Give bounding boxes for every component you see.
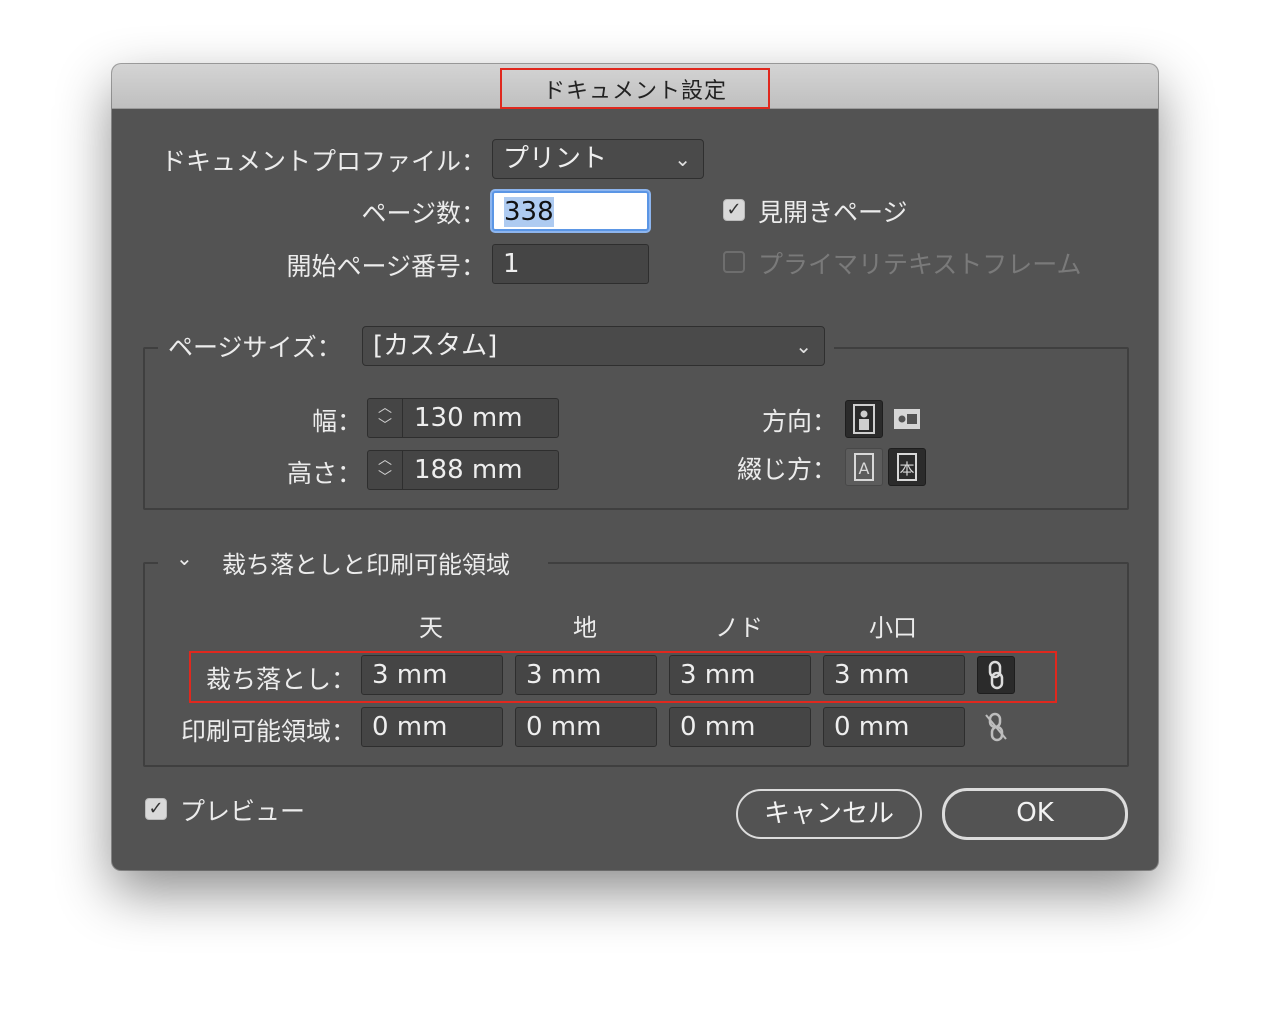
bleed-label: 裁ち落とし： — [205, 665, 356, 694]
ok-button[interactable]: OK — [942, 788, 1128, 840]
facing-pages-label: 見開きページ — [758, 198, 908, 227]
pages-label: ページ数： — [361, 199, 486, 228]
bleed-link-chain-icon[interactable] — [977, 656, 1015, 694]
svg-text:A: A — [859, 459, 870, 478]
height-stepper-arrows[interactable]: ︿ ﹀ — [368, 451, 403, 489]
start-page-value: 1 — [503, 249, 520, 279]
profile-label: ドキュメントプロファイル： — [160, 147, 486, 176]
slug-label: 印刷可能領域： — [180, 717, 356, 746]
binding-label: 綴じ方： — [736, 455, 837, 484]
column-header-outside: 小口 — [869, 614, 917, 642]
chevron-down-icon: ⌄ — [795, 334, 812, 358]
facing-pages-checkbox[interactable]: ✓ — [723, 199, 745, 221]
dialog-title: ドキュメント設定 — [542, 79, 727, 104]
chevron-down-icon[interactable]: ﹀ — [368, 417, 402, 435]
orientation-label: 方向： — [761, 407, 837, 436]
column-header-inside: ノド — [715, 614, 763, 642]
bleed-outside-input[interactable]: 3 mm — [823, 655, 965, 695]
svg-text:本: 本 — [899, 460, 914, 478]
chevron-down-icon[interactable]: ﹀ — [368, 469, 402, 487]
slug-inside-value: 0 mm — [680, 712, 756, 742]
start-page-label: 開始ページ番号： — [286, 252, 486, 281]
slug-bottom-input[interactable]: 0 mm — [515, 707, 657, 747]
column-header-top: 天 — [419, 614, 443, 642]
left-to-right-binding-icon[interactable]: A — [845, 448, 883, 486]
slug-top-input[interactable]: 0 mm — [361, 707, 503, 747]
page-size-value: [カスタム] — [373, 331, 498, 361]
column-header-bottom: 地 — [573, 614, 597, 642]
page-size-dropdown[interactable]: [カスタム] ⌄ — [362, 326, 825, 366]
bleed-top-input[interactable]: 3 mm — [361, 655, 503, 695]
height-value: 188 mm — [414, 455, 523, 485]
width-label: 幅： — [311, 407, 362, 436]
chevron-up-icon[interactable]: ︿ — [368, 399, 402, 417]
bleed-inside-input[interactable]: 3 mm — [669, 655, 811, 695]
slug-unlink-chain-icon[interactable] — [977, 708, 1015, 746]
right-to-left-binding-icon[interactable]: 本 — [888, 448, 926, 486]
pages-value: 338 — [504, 197, 554, 227]
chevron-up-icon[interactable]: ︿ — [368, 451, 402, 469]
bleed-outside-value: 3 mm — [834, 660, 910, 690]
slug-inside-input[interactable]: 0 mm — [669, 707, 811, 747]
start-page-input[interactable]: 1 — [492, 244, 649, 284]
slug-outside-input[interactable]: 0 mm — [823, 707, 965, 747]
primary-text-frame-checkbox[interactable] — [723, 251, 745, 273]
bleed-slug-section-title: 裁ち落としと印刷可能領域 — [222, 551, 510, 579]
preview-label: プレビュー — [180, 797, 306, 826]
primary-text-frame-label: プライマリテキストフレーム — [758, 250, 1082, 279]
bleed-inside-value: 3 mm — [680, 660, 756, 690]
slug-top-value: 0 mm — [372, 712, 448, 742]
page-size-label: ページサイズ： — [168, 333, 342, 362]
bleed-bottom-value: 3 mm — [526, 660, 602, 690]
collapse-chevron-icon[interactable]: ⌄ — [176, 546, 193, 570]
preview-checkbox[interactable]: ✓ — [145, 798, 167, 820]
width-stepper[interactable]: ︿ ﹀ 130 mm — [367, 398, 559, 438]
landscape-orientation-icon[interactable] — [888, 400, 926, 438]
profile-dropdown[interactable]: プリント ⌄ — [492, 139, 704, 179]
portrait-orientation-icon[interactable] — [845, 400, 883, 438]
width-stepper-arrows[interactable]: ︿ ﹀ — [368, 399, 403, 437]
cancel-button[interactable]: キャンセル — [736, 789, 922, 839]
chevron-down-icon: ⌄ — [674, 147, 691, 171]
profile-value: プリント — [503, 144, 608, 174]
slug-bottom-value: 0 mm — [526, 712, 602, 742]
slug-outside-value: 0 mm — [834, 712, 910, 742]
document-setup-dialog: ドキュメント設定 ドキュメントプロファイル： プリント ⌄ ページ数： 338 … — [112, 64, 1158, 870]
height-label: 高さ： — [286, 459, 362, 488]
title-bar[interactable]: ドキュメント設定 — [112, 64, 1158, 109]
bleed-bottom-input[interactable]: 3 mm — [515, 655, 657, 695]
pages-input[interactable]: 338 — [492, 191, 649, 231]
bleed-top-value: 3 mm — [372, 660, 448, 690]
height-stepper[interactable]: ︿ ﹀ 188 mm — [367, 450, 559, 490]
width-value: 130 mm — [414, 403, 523, 433]
